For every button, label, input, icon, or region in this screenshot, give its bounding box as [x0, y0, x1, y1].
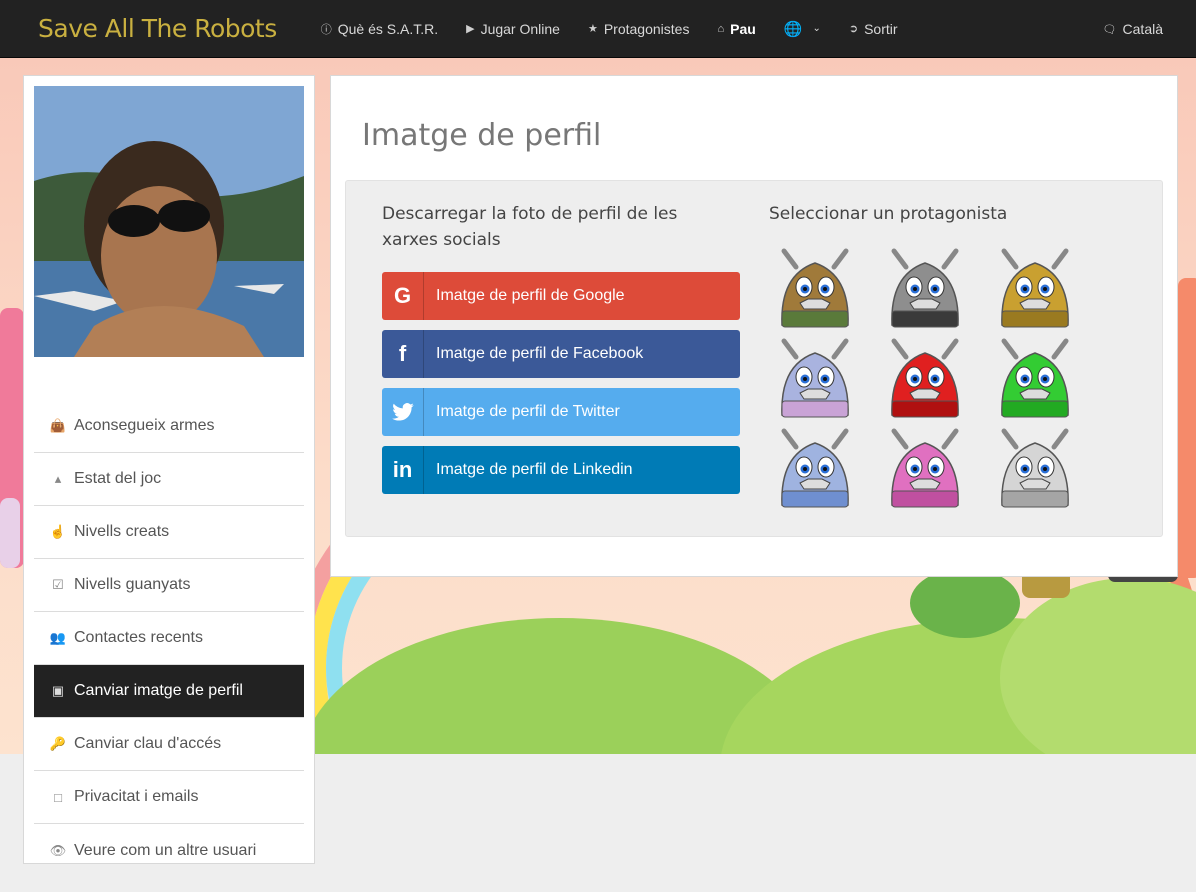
- robot-icon: [781, 248, 849, 328]
- play-icon: ▶: [466, 23, 475, 35]
- image-icon: ▣: [51, 683, 65, 698]
- robot-icon: [1001, 338, 1069, 418]
- star-icon: ★: [587, 23, 598, 35]
- social-section-title: Descarregar la foto de perfil de les xar…: [382, 204, 678, 250]
- linkedin-profile-button[interactable]: in Imatge de perfil de Linkedin: [382, 446, 740, 494]
- button-label: Imatge de perfil de Twitter: [436, 403, 620, 420]
- avatar: [34, 86, 304, 357]
- globe-icon: 🌐: [783, 20, 803, 38]
- google-icon: G: [382, 272, 424, 320]
- bush: [910, 568, 1020, 638]
- shopping-bag-icon: 👜: [49, 418, 67, 433]
- sidebar-item-label: Nivells guanyats: [74, 576, 191, 593]
- check-square-icon: ☑: [52, 577, 64, 592]
- robot-left-deco: [0, 498, 20, 568]
- sticky-note-icon: □: [54, 789, 62, 805]
- logout-icon: ➲: [848, 23, 859, 35]
- button-label: Imatge de perfil de Google: [436, 287, 625, 304]
- robot-option[interactable]: [770, 335, 860, 423]
- nav-item-label: Sortir: [864, 20, 898, 37]
- facebook-icon: f: [382, 330, 424, 378]
- home-icon: ⌂: [717, 22, 725, 35]
- robot-icon: [891, 338, 959, 418]
- nav-item-sortir[interactable]: ➲ Sortir: [835, 0, 912, 58]
- nav-item-protagonistes[interactable]: ★ Protagonistes: [574, 0, 703, 58]
- page-title: Imatge de perfil: [362, 118, 602, 153]
- tower-right: [1178, 278, 1196, 578]
- language-selector[interactable]: 🗨 Català: [1103, 0, 1163, 58]
- nav-item-user[interactable]: ⌂ Pau: [703, 0, 769, 58]
- nav-items: ⓘ Què és S.A.T.R. ▶ Jugar Online ★ Prota…: [307, 0, 912, 58]
- brand-logo[interactable]: Save All The Robots: [38, 14, 277, 43]
- sidebar-item-aconsegueix-armes[interactable]: 👜 Aconsegueix armes: [34, 400, 304, 453]
- robots-section-title: Seleccionar un protagonista: [769, 204, 1008, 224]
- area-chart-icon: ▴: [54, 471, 62, 486]
- sidebar-item-label: Aconsegueix armes: [74, 417, 215, 434]
- sidebar-item-label: Privacitat i emails: [74, 788, 199, 805]
- robot-icon: [1001, 248, 1069, 328]
- comment-icon: 🗨: [1102, 23, 1117, 36]
- nav-item-label: Què és S.A.T.R.: [337, 20, 439, 37]
- sidebar-item-contactes-recents[interactable]: 👥 Contactes recents: [34, 612, 304, 665]
- profile-image-well: Descarregar la foto de perfil de les xar…: [345, 180, 1163, 537]
- robot-icon: [781, 338, 849, 418]
- robot-option[interactable]: [880, 425, 970, 513]
- sidebar-item-veure-com[interactable]: 👁 Veure com un altre usuari: [34, 824, 304, 877]
- robot-icon: [1001, 428, 1069, 508]
- sidebar: 👜 Aconsegueix armes ▴ Estat del joc ☝ Ni…: [23, 75, 315, 864]
- twitter-profile-button[interactable]: Imatge de perfil de Twitter: [382, 388, 740, 436]
- sidebar-item-label: Veure com un altre usuari: [74, 841, 257, 859]
- robot-icon: [781, 428, 849, 508]
- key-icon: 🔑: [49, 736, 67, 751]
- nav-item-label: Jugar Online: [480, 20, 560, 37]
- sidebar-item-label: Canviar imatge de perfil: [74, 682, 243, 699]
- main-panel: Imatge de perfil Descarregar la foto de …: [330, 75, 1178, 577]
- sidebar-menu: 👜 Aconsegueix armes ▴ Estat del joc ☝ Ni…: [34, 400, 304, 877]
- sidebar-item-privacitat[interactable]: □ Privacitat i emails: [34, 771, 304, 824]
- sidebar-item-nivells-creats[interactable]: ☝ Nivells creats: [34, 506, 304, 559]
- robot-option[interactable]: [770, 245, 860, 333]
- linkedin-icon: in: [382, 446, 424, 494]
- language-label: Català: [1122, 21, 1163, 37]
- sidebar-item-nivells-guanyats[interactable]: ☑ Nivells guanyats: [34, 559, 304, 612]
- nav-item-globe-dropdown[interactable]: 🌐 ⌄: [770, 0, 835, 58]
- chevron-down-icon: ⌄: [812, 23, 821, 34]
- google-profile-button[interactable]: G Imatge de perfil de Google: [382, 272, 740, 320]
- robot-grid: [770, 245, 1100, 520]
- nav-item-label: Pau: [730, 20, 756, 37]
- avatar-photo: [34, 86, 304, 357]
- button-label: Imatge de perfil de Linkedin: [436, 461, 633, 478]
- sidebar-item-label: Nivells creats: [74, 523, 170, 540]
- nav-item-jugar[interactable]: ▶ Jugar Online: [452, 0, 574, 58]
- button-label: Imatge de perfil de Facebook: [436, 345, 644, 362]
- users-icon: 👥: [49, 630, 67, 645]
- nav-item-que-es[interactable]: ⓘ Què és S.A.T.R.: [307, 0, 452, 58]
- hand-pointer-icon: ☝: [49, 524, 67, 539]
- robot-option[interactable]: [770, 425, 860, 513]
- eye-slash-icon: 👁: [49, 842, 67, 858]
- nav-item-label: Protagonistes: [603, 20, 690, 37]
- robot-icon: [891, 248, 959, 328]
- robot-option[interactable]: [990, 335, 1080, 423]
- top-navbar: Save All The Robots ⓘ Què és S.A.T.R. ▶ …: [0, 0, 1196, 58]
- sidebar-item-label: Contactes recents: [74, 629, 203, 646]
- sidebar-item-canviar-clau[interactable]: 🔑 Canviar clau d'accés: [34, 718, 304, 771]
- sidebar-item-estat-del-joc[interactable]: ▴ Estat del joc: [34, 453, 304, 506]
- sidebar-item-canviar-imatge[interactable]: ▣ Canviar imatge de perfil: [34, 665, 304, 718]
- twitter-icon: [382, 388, 424, 436]
- robot-icon: [891, 428, 959, 508]
- robot-option[interactable]: [990, 245, 1080, 333]
- robot-option[interactable]: [880, 245, 970, 333]
- sidebar-item-label: Estat del joc: [74, 470, 162, 487]
- robot-option[interactable]: [990, 425, 1080, 513]
- sidebar-item-label: Canviar clau d'accés: [74, 735, 222, 752]
- info-icon: ⓘ: [320, 23, 332, 36]
- facebook-profile-button[interactable]: f Imatge de perfil de Facebook: [382, 330, 740, 378]
- robot-option[interactable]: [880, 335, 970, 423]
